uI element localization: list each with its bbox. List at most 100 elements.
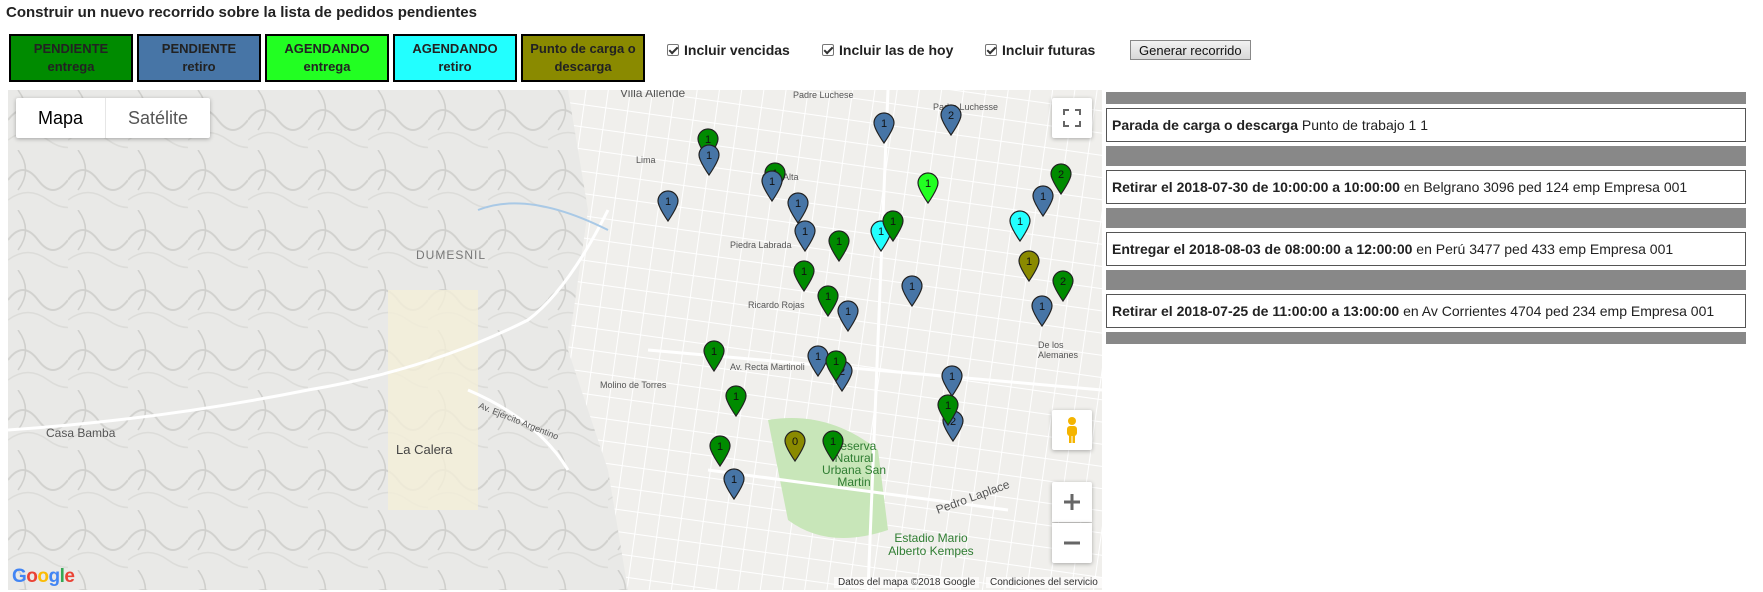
label-piedra-labrada: Piedra Labrada <box>730 240 792 250</box>
option-incluir-hoy[interactable]: Incluir las de hoy <box>822 42 953 58</box>
map-marker[interactable]: 1 <box>1031 295 1053 332</box>
map-pin-label: 1 <box>795 198 801 210</box>
map[interactable]: Villa Allende Padre Luchese Padre Luches… <box>8 90 1102 590</box>
label-lima: Lima <box>636 155 656 165</box>
map-marker[interactable]: 1 <box>817 285 839 322</box>
map-pin-icon: 1 <box>873 112 895 145</box>
legend-line2: descarga <box>554 59 612 74</box>
map-pin-label: 1 <box>711 346 717 358</box>
map-marker[interactable]: 1 <box>1009 210 1031 247</box>
option-incluir-vencidas[interactable]: Incluir vencidas <box>667 42 790 58</box>
map-marker[interactable]: 1 <box>901 275 923 312</box>
legend-pendiente-entrega: PENDIENTE entrega <box>9 34 133 82</box>
map-marker[interactable]: 1 <box>698 144 720 181</box>
map-marker[interactable]: 1 <box>793 260 815 297</box>
map-pin-icon: 1 <box>1031 295 1053 328</box>
map-marker[interactable]: 2 <box>940 104 962 141</box>
map-pin-icon: 1 <box>1009 210 1031 243</box>
label-la-calera: La Calera <box>396 442 453 457</box>
map-type-mapa-button[interactable]: Mapa <box>16 98 107 138</box>
map-pin-icon: 1 <box>828 230 850 263</box>
zoom-out-button[interactable] <box>1052 523 1092 563</box>
legend-line2: entrega <box>47 59 95 74</box>
stop-item[interactable]: Parada de carga o descarga Punto de trab… <box>1106 108 1746 142</box>
map-pin-label: 1 <box>836 236 842 248</box>
map-pin-icon: 1 <box>837 300 859 333</box>
stop-item[interactable]: Entregar el 2018-08-03 de 08:00:00 a 12:… <box>1106 232 1746 266</box>
map-pin-label: 1 <box>925 178 931 190</box>
legend-agendando-retiro: AGENDANDO retiro <box>393 34 517 82</box>
map-pin-icon: 1 <box>937 394 959 427</box>
map-pin-icon: 1 <box>709 435 731 468</box>
map-pin-icon: 1 <box>725 385 747 418</box>
minus-icon <box>1064 541 1080 545</box>
la-calera-area <box>388 290 478 510</box>
map-marker[interactable]: 1 <box>794 220 816 257</box>
legend-line2: retiro <box>182 59 216 74</box>
map-type-satelite-button[interactable]: Satélite <box>106 98 210 138</box>
map-pin-label: 1 <box>1039 301 1045 313</box>
futuras-label: Incluir futuras <box>1002 42 1096 58</box>
label-padre-luchese: Padre Luchese <box>793 90 854 100</box>
map-marker[interactable]: 1 <box>723 468 745 505</box>
map-pin-icon: 1 <box>723 468 745 501</box>
map-pin-label: 1 <box>706 150 712 162</box>
map-marker[interactable]: 1 <box>828 230 850 267</box>
map-marker[interactable]: 1 <box>825 350 847 387</box>
map-marker[interactable]: 1 <box>873 112 895 149</box>
map-pin-label: 1 <box>833 356 839 368</box>
map-pin-label: 1 <box>802 226 808 238</box>
map-marker[interactable]: 2 <box>1052 270 1074 307</box>
map-pin-label: 1 <box>890 216 896 228</box>
map-pin-label: 2 <box>1060 276 1066 288</box>
stop-separator[interactable] <box>1106 92 1746 104</box>
hoy-label: Incluir las de hoy <box>839 42 954 58</box>
zoom-in-button[interactable] <box>1052 482 1092 522</box>
map-pin-icon: 1 <box>793 260 815 293</box>
stop-separator[interactable] <box>1106 270 1746 290</box>
stop-item[interactable]: Retirar el 2018-07-25 de 11:00:00 a 13:0… <box>1106 294 1746 328</box>
map-marker[interactable]: 1 <box>703 340 725 377</box>
map-marker[interactable]: 1 <box>761 170 783 207</box>
map-pin-label: 1 <box>830 436 836 448</box>
terms-link[interactable]: Condiciones del servicio <box>986 577 1102 588</box>
futuras-checkbox[interactable] <box>985 44 997 56</box>
map-pin-label: 2 <box>1058 169 1064 181</box>
stop-separator[interactable] <box>1106 332 1746 344</box>
map-pin-label: 2 <box>948 110 954 122</box>
map-marker[interactable]: 1 <box>657 190 679 227</box>
map-marker[interactable]: 1 <box>822 430 844 467</box>
page-title: Construir un nuevo recorrido sobre la li… <box>6 4 477 21</box>
legend-line2: entrega <box>303 59 351 74</box>
stop-separator[interactable] <box>1106 146 1746 166</box>
map-marker[interactable]: 1 <box>937 394 959 431</box>
hoy-checkbox[interactable] <box>822 44 834 56</box>
generar-recorrido-button[interactable]: Generar recorrido <box>1130 40 1251 60</box>
map-pin-label: 1 <box>665 196 671 208</box>
map-marker[interactable]: 2 <box>1050 163 1072 200</box>
map-marker[interactable]: 0 <box>784 430 806 467</box>
map-pin-label: 1 <box>845 306 851 318</box>
street-view-button[interactable] <box>1052 410 1092 450</box>
map-pin-icon: 1 <box>882 210 904 243</box>
map-pin-label: 1 <box>815 351 821 363</box>
map-marker[interactable]: 1 <box>837 300 859 337</box>
map-pin-label: 1 <box>801 266 807 278</box>
stop-item[interactable]: Retirar el 2018-07-30 de 10:00:00 a 10:0… <box>1106 170 1746 204</box>
stop-separator[interactable] <box>1106 208 1746 228</box>
map-type-control[interactable]: Mapa Satélite <box>16 98 211 138</box>
map-marker[interactable]: 1 <box>709 435 731 472</box>
fullscreen-button[interactable] <box>1052 98 1092 138</box>
legend-line2: retiro <box>438 59 472 74</box>
map-pin-icon: 2 <box>1050 163 1072 196</box>
map-marker[interactable]: 1 <box>917 172 939 209</box>
option-incluir-futuras[interactable]: Incluir futuras <box>985 42 1095 58</box>
map-marker[interactable]: 1 <box>725 385 747 422</box>
map-marker[interactable]: 1 <box>1018 250 1040 287</box>
stop-title: Parada de carga o descarga <box>1112 117 1298 133</box>
map-pin-label: 1 <box>717 441 723 453</box>
legend-punto-carga: Punto de carga o descarga <box>521 34 645 82</box>
map-pin-icon: 1 <box>817 285 839 318</box>
map-marker[interactable]: 1 <box>882 210 904 247</box>
vencidas-checkbox[interactable] <box>667 44 679 56</box>
